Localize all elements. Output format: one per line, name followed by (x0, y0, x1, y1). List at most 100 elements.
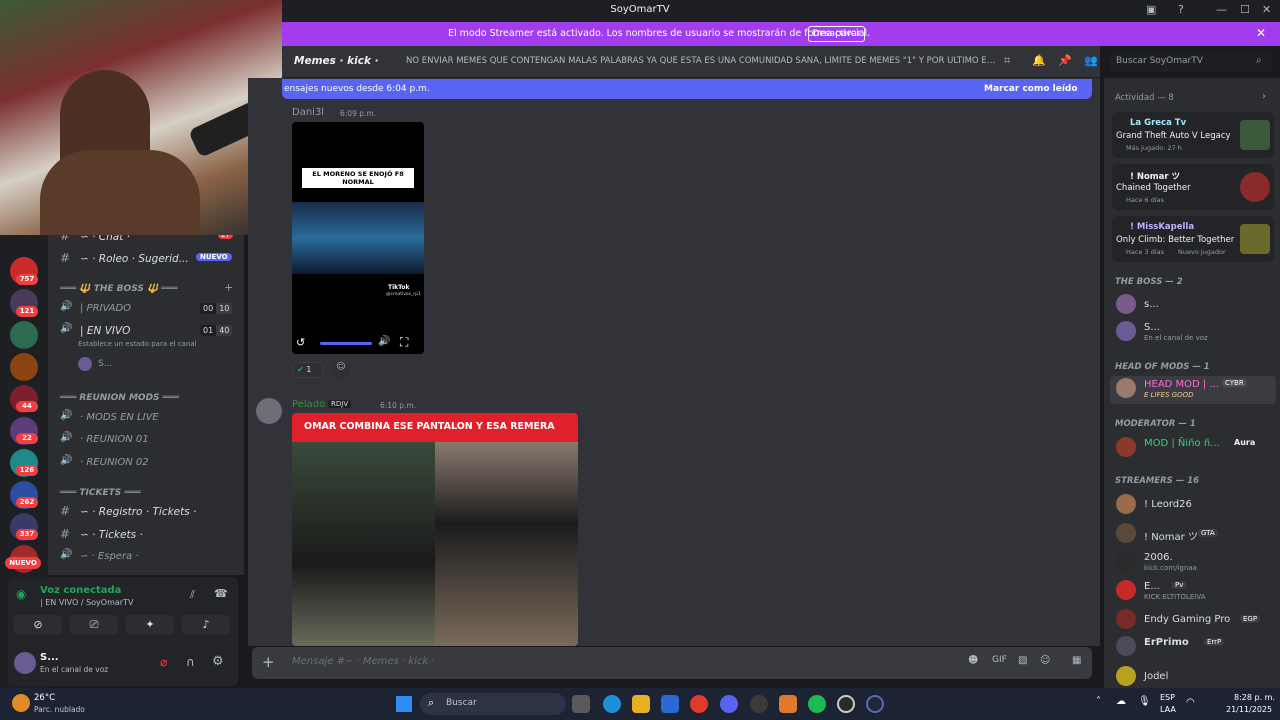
wifi-icon[interactable]: ◠ (1186, 697, 1195, 708)
emoji-icon[interactable]: ☺ (1040, 655, 1050, 666)
member-item[interactable]: ! Leord26 (1104, 492, 1280, 516)
close-icon[interactable]: ✕ (1256, 26, 1266, 40)
spotify-icon[interactable] (808, 695, 826, 713)
threads-icon[interactable]: ⌗ (1004, 54, 1010, 68)
chrome-icon[interactable] (690, 695, 708, 713)
message-author[interactable]: Pelado (292, 399, 325, 410)
member-item[interactable]: ErPrimo ErrP (1104, 634, 1280, 658)
windows-start-icon[interactable] (396, 696, 412, 712)
category-reunion-mods[interactable]: ═══ REUNION MODS ═══ (60, 393, 179, 403)
voice-channel-privado[interactable]: 🔊 | PRIVADO 00 10 (48, 299, 244, 319)
category-tickets[interactable]: ═══ TICKETS ═══ (60, 488, 141, 498)
clock-time[interactable]: 8:28 p. m. (1234, 693, 1275, 702)
message-input[interactable]: Mensaje #∽ · Memes · kick · (292, 656, 435, 667)
avatar[interactable] (14, 652, 36, 674)
discord-icon[interactable] (720, 695, 738, 713)
gif-icon[interactable]: GIF (992, 655, 1007, 665)
server-icon[interactable] (10, 321, 38, 349)
channel-chat[interactable]: # ∽ · Chat · 27 (48, 235, 244, 247)
task-view-icon[interactable] (572, 695, 590, 713)
weather-icon[interactable] (12, 694, 30, 712)
member-item[interactable]: MOD | Ñiño ñ... Aura (1104, 435, 1280, 459)
help-icon[interactable]: ? (1178, 3, 1184, 16)
close-window-button[interactable]: ✕ (1262, 3, 1271, 16)
member-item[interactable]: ! Nomar ツ GTA (1104, 521, 1280, 545)
inbox-icon[interactable]: ▣ (1146, 3, 1156, 16)
headphones-icon[interactable]: ∩ (186, 655, 195, 669)
voice-channel-reunion-02[interactable]: 🔊 · REUNION 02 (48, 453, 244, 473)
chevron-right-icon[interactable]: › (1262, 91, 1266, 102)
reaction-checkmark[interactable]: ✔ 1 (292, 362, 324, 378)
add-reaction-icon[interactable]: ☺ (332, 362, 350, 378)
fullscreen-icon[interactable]: ⛶ (400, 335, 408, 350)
volume-slider[interactable] (320, 342, 372, 345)
mute-icon[interactable]: ⌀ (160, 655, 167, 669)
member-item[interactable]: E... Pv KICK:ELTITOLEIVA (1104, 578, 1280, 602)
sticker-icon[interactable]: ▧ (1018, 655, 1027, 666)
channel-registro-tickets[interactable]: # ∽ · Registro · Tickets · (48, 502, 244, 522)
search-input[interactable]: Buscar SoyOmarTV ⌕ (1110, 52, 1272, 72)
deactivate-button[interactable]: Desactivar (808, 26, 865, 42)
avatar (1116, 294, 1136, 314)
pin-icon[interactable]: 📌 (1058, 54, 1072, 67)
video-attachment[interactable]: EL MORENO SE ENOJÓ F8 NORMAL TikTok @cre… (292, 122, 424, 354)
members-icon[interactable]: 👥 (1084, 54, 1098, 67)
message-author[interactable]: Dani3l (292, 107, 324, 118)
new-messages-bar[interactable]: ensajes nuevos desde 6:04 p.m. Marcar co… (282, 79, 1092, 99)
activity-card[interactable]: ! Nomar ツ Chained Together Hace 6 días (1112, 164, 1274, 210)
channel-roleo[interactable]: # ∽ · Roleo · Sugerid... NUEVO (48, 249, 244, 269)
chevron-up-icon[interactable]: ˄ (1096, 696, 1101, 707)
member-item[interactable]: Jodel (1104, 664, 1280, 688)
minimize-button[interactable]: — (1216, 3, 1227, 16)
avatar[interactable] (256, 398, 282, 424)
voice-user-name[interactable]: S... (98, 359, 112, 369)
channel-tickets[interactable]: # ∽ · Tickets · (48, 525, 244, 545)
member-item[interactable]: 2006. kick.com/ignaa (1104, 549, 1280, 573)
screen-share-button[interactable]: ⎚ (70, 615, 118, 635)
mark-as-read-button[interactable]: Marcar como leído (984, 84, 1078, 94)
voice-channel-mods-live[interactable]: 🔊 · MODS EN LIVE (48, 408, 244, 428)
member-item[interactable]: S... En el canal de voz (1104, 319, 1280, 343)
channel-status-hint[interactable]: Establece un estado para el canal (78, 340, 197, 348)
obs-icon[interactable] (750, 695, 768, 713)
noise-suppression-icon[interactable]: ⫽ (190, 588, 195, 602)
voice-channel-espera[interactable]: 🔊 ∽ · Espera · (48, 547, 244, 567)
activities-button[interactable]: ✦ (126, 615, 174, 635)
mic-icon[interactable]: 🎙 (1138, 696, 1151, 707)
replay-icon[interactable]: ↺ (296, 336, 305, 349)
app-icon[interactable] (837, 695, 855, 713)
activity-card[interactable]: La Greca Tv Grand Theft Auto V Legacy Má… (1112, 112, 1274, 158)
add-attachment-icon[interactable]: + (262, 653, 275, 671)
add-channel-icon[interactable]: + (224, 281, 233, 294)
server-icon[interactable] (10, 353, 38, 381)
gear-icon[interactable]: ⚙ (212, 654, 224, 669)
message-composer[interactable]: + Mensaje #∽ · Memes · kick · ☻ GIF ▧ ☺ … (252, 647, 1092, 679)
maximize-button[interactable]: ☐ (1240, 3, 1250, 16)
soundboard-button[interactable]: ♪ (182, 615, 230, 635)
bell-icon[interactable]: 🔔 (1032, 54, 1046, 67)
channel-topic[interactable]: NO ENVIAR MEMES QUE CONTENGAN MALAS PALA… (406, 56, 996, 66)
apps-icon[interactable]: ☻ (968, 655, 978, 666)
image-attachment[interactable]: OMAR COMBINA ESE PANTALON Y ESA REMERA (292, 413, 578, 646)
category-the-boss[interactable]: ═══ 🔱 THE BOSS 🔱 ═══ (60, 284, 178, 294)
member-item[interactable]: Endy Gaming Pro EGP (1104, 607, 1280, 631)
taskbar-search[interactable]: ⌕ Buscar (420, 693, 566, 715)
store-icon[interactable] (661, 695, 679, 713)
language-indicator[interactable]: ESP (1160, 693, 1175, 702)
camera-off-button[interactable]: ⊘ (14, 615, 62, 635)
steam-icon[interactable] (866, 695, 884, 713)
member-item[interactable]: s... (1104, 292, 1280, 316)
weather-temp[interactable]: 26°C (34, 693, 55, 703)
disconnect-icon[interactable]: ☎ (214, 587, 228, 600)
app-icon[interactable] (779, 695, 797, 713)
voice-channel-en-vivo[interactable]: 🔊 | EN VIVO 01 40 (48, 321, 244, 341)
app-launcher-icon[interactable]: ▦ (1072, 655, 1081, 666)
volume-icon[interactable]: 🔊 (378, 336, 390, 347)
edge-icon[interactable] (603, 695, 621, 713)
activity-card[interactable]: ! MissKapella Only Climb: Better Togethe… (1112, 216, 1274, 262)
cloud-icon[interactable]: ☁ (1116, 696, 1126, 707)
file-explorer-icon[interactable] (632, 695, 650, 713)
voice-status[interactable]: Voz conectada (40, 585, 121, 596)
member-item[interactable]: HEAD MOD | ... CYBR E LIFES GOOD (1110, 376, 1276, 404)
voice-channel-reunion-01[interactable]: 🔊 · REUNION 01 (48, 430, 244, 450)
